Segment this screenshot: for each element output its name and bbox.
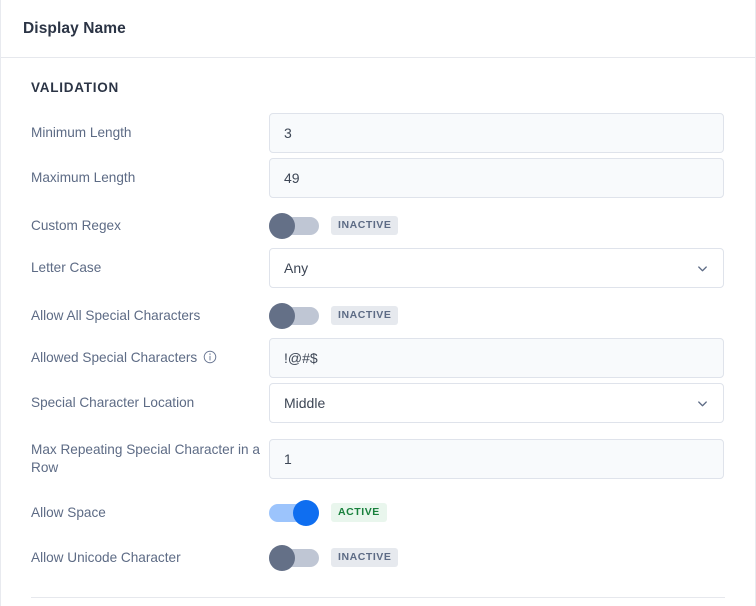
chevron-down-icon — [695, 396, 710, 411]
allow-all-special-characters-status-badge: INACTIVE — [331, 306, 399, 325]
label-allow-space: Allow Space — [31, 504, 269, 522]
maximum-length-input[interactable]: 49 — [269, 158, 724, 198]
toggle-wrap-allow-unicode-character: INACTIVE — [269, 544, 399, 571]
toggle-wrap-allow-space: ACTIVE — [269, 499, 387, 526]
label-allowed-special-characters: Allowed Special Characters — [31, 338, 269, 367]
form-row-allow-all-special-characters: Allow All Special Characters INACTIVE — [31, 293, 725, 338]
page-title: Display Name — [23, 19, 126, 37]
special-character-location-select[interactable]: Middle — [269, 383, 724, 423]
label-allow-unicode-character: Allow Unicode Character — [31, 549, 269, 567]
label-minimum-length: Minimum Length — [31, 113, 269, 142]
control-allow-unicode-character: INACTIVE — [269, 544, 725, 571]
form-row-allow-space: Allow Space ACTIVE — [31, 490, 725, 535]
form-row-max-repeating-special-character: Max Repeating Special Character in a Row… — [31, 428, 725, 490]
form-row-special-character-location: Special Character Location Middle — [31, 383, 725, 428]
label-text: Special Character Location — [31, 395, 195, 410]
allow-unicode-character-status-badge: INACTIVE — [331, 548, 399, 567]
bottom-divider — [31, 597, 725, 598]
control-minimum-length: 3 — [269, 113, 725, 153]
control-max-repeating-special-character: 1 — [269, 439, 725, 479]
form-row-custom-regex: Custom Regex INACTIVE — [31, 203, 725, 248]
control-letter-case: Any — [269, 248, 725, 288]
label-text: Letter Case — [31, 260, 102, 275]
label-custom-regex: Custom Regex — [31, 217, 269, 235]
control-allow-all-special-characters: INACTIVE — [269, 302, 725, 329]
label-max-repeating-special-character: Max Repeating Special Character in a Row — [31, 441, 269, 477]
custom-regex-status-badge: INACTIVE — [331, 216, 399, 235]
allowed-special-characters-input[interactable]: !@#$ — [269, 338, 724, 378]
display-name-settings-panel: Display Name VALIDATION Minimum Length 3… — [0, 0, 756, 606]
form-row-minimum-length: Minimum Length 3 — [31, 113, 725, 158]
label-special-character-location: Special Character Location — [31, 383, 269, 412]
control-allowed-special-characters: !@#$ — [269, 338, 725, 378]
label-allow-all-special-characters: Allow All Special Characters — [31, 307, 269, 325]
special-character-location-selected-value: Middle — [284, 395, 326, 411]
panel-body: VALIDATION Minimum Length 3 Maximum Leng… — [1, 58, 755, 580]
label-letter-case: Letter Case — [31, 248, 269, 277]
label-text: Allow Unicode Character — [31, 549, 181, 565]
allow-unicode-character-toggle[interactable] — [269, 544, 319, 571]
chevron-down-icon — [695, 261, 710, 276]
letter-case-selected-value: Any — [284, 260, 309, 276]
control-special-character-location: Middle — [269, 383, 725, 423]
label-text: Maximum Length — [31, 170, 136, 185]
info-icon[interactable] — [203, 350, 217, 364]
form-row-allow-unicode-character: Allow Unicode Character INACTIVE — [31, 535, 725, 580]
label-text: Minimum Length — [31, 125, 132, 140]
toggle-knob — [269, 544, 295, 571]
form-row-letter-case: Letter Case Any — [31, 248, 725, 293]
toggle-wrap-allow-all-special-characters: INACTIVE — [269, 302, 399, 329]
toggle-knob — [293, 499, 319, 526]
toggle-wrap-custom-regex: INACTIVE — [269, 212, 399, 239]
letter-case-select[interactable]: Any — [269, 248, 724, 288]
minimum-length-input[interactable]: 3 — [269, 113, 724, 153]
label-text: Custom Regex — [31, 217, 121, 233]
control-maximum-length: 49 — [269, 158, 725, 198]
toggle-knob — [269, 302, 295, 329]
label-text: Allow All Special Characters — [31, 307, 201, 323]
label-text: Allowed Special Characters — [31, 350, 198, 365]
label-text: Allow Space — [31, 504, 106, 520]
max-repeating-special-character-input[interactable]: 1 — [269, 439, 724, 479]
toggle-knob — [269, 212, 295, 239]
form-row-allowed-special-characters: Allowed Special Characters !@#$ — [31, 338, 725, 383]
validation-form: Minimum Length 3 Maximum Length 49 Custo… — [31, 113, 725, 580]
allow-space-toggle[interactable] — [269, 499, 319, 526]
label-maximum-length: Maximum Length — [31, 158, 269, 187]
label-text: Max Repeating Special Character in a Row — [31, 442, 260, 475]
section-heading-validation: VALIDATION — [31, 80, 119, 95]
control-allow-space: ACTIVE — [269, 499, 725, 526]
allow-all-special-characters-toggle[interactable] — [269, 302, 319, 329]
panel-header: Display Name — [1, 0, 755, 58]
control-custom-regex: INACTIVE — [269, 212, 725, 239]
custom-regex-toggle[interactable] — [269, 212, 319, 239]
form-row-maximum-length: Maximum Length 49 — [31, 158, 725, 203]
allow-space-status-badge: ACTIVE — [331, 503, 387, 522]
